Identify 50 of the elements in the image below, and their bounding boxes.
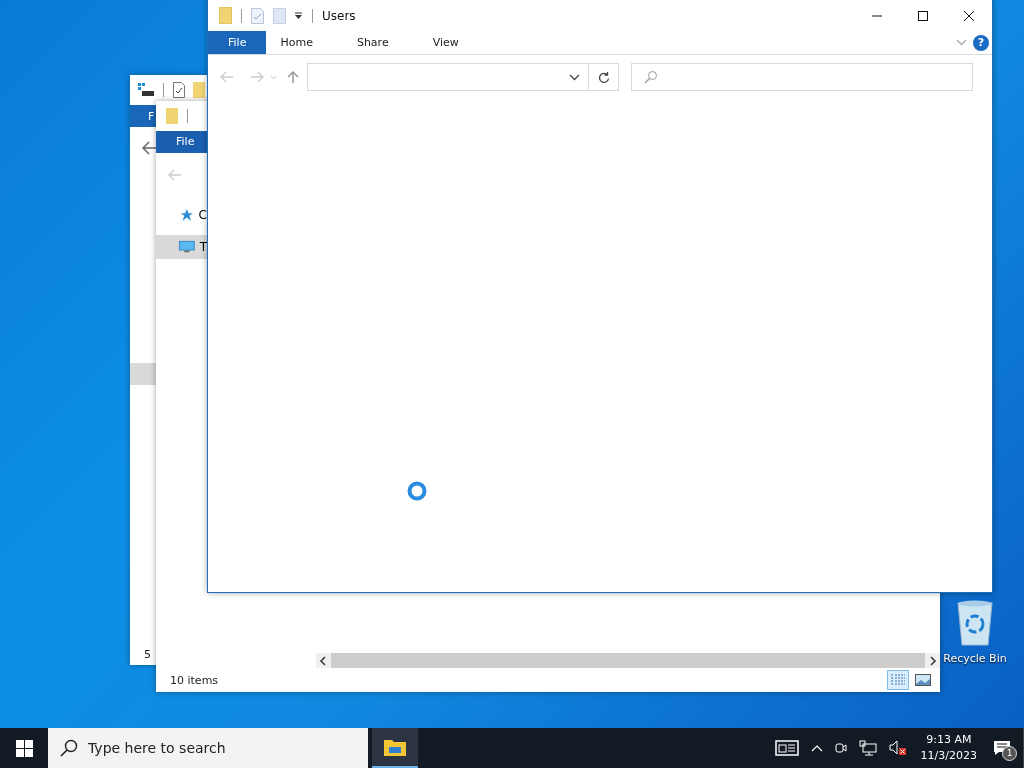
status-text: 10 items	[170, 673, 220, 687]
file-tab[interactable]: File	[156, 131, 206, 153]
chevron-down-icon[interactable]	[569, 73, 580, 81]
maximize-icon	[917, 9, 929, 22]
close-icon	[963, 9, 975, 22]
refresh-button[interactable]	[589, 63, 619, 91]
ribbon-tab[interactable]: Home	[266, 31, 327, 54]
folder-icon	[193, 82, 205, 98]
refresh-icon	[597, 70, 610, 84]
muted-speaker-icon[interactable]	[888, 740, 907, 756]
back-arrow-icon[interactable]	[142, 141, 158, 155]
show-hidden-icons-caret-icon[interactable]	[810, 744, 823, 752]
address-field[interactable]	[307, 63, 589, 91]
sidebar-item[interactable]: C	[156, 203, 207, 227]
customize-dropdown-icon[interactable]	[294, 11, 303, 20]
new-folder-icon	[273, 7, 286, 24]
sidebar-item[interactable]: T	[156, 235, 207, 259]
folder-icon	[166, 108, 178, 124]
camera-icon[interactable]	[834, 740, 847, 756]
time-text: 9:13 AM	[926, 732, 972, 748]
computer-icon	[179, 240, 195, 254]
clock[interactable]: 9:13 AM 11/3/2023	[920, 732, 977, 764]
help-button[interactable]: ?	[973, 34, 989, 51]
action-center-button[interactable]: 1	[989, 733, 1015, 763]
search-icon	[60, 739, 78, 757]
window-title: Users	[322, 8, 356, 23]
ribbon-tab[interactable]: View	[418, 31, 473, 54]
up-arrow-icon[interactable]	[287, 70, 299, 84]
recycle-bin-icon	[955, 600, 995, 646]
search-field[interactable]	[631, 63, 973, 91]
properties-icon	[251, 7, 264, 24]
recycle-bin-shortcut[interactable]: Recycle Bin	[940, 600, 1010, 665]
search-icon	[644, 70, 658, 84]
windows-logo-icon	[15, 739, 33, 757]
folder-icon	[219, 7, 232, 24]
image-icon	[915, 674, 931, 686]
status-text: 5	[144, 648, 151, 661]
news-icon[interactable]	[774, 740, 799, 756]
star-icon	[180, 207, 194, 223]
folder-icon	[384, 738, 406, 756]
notification-badge: 1	[1002, 746, 1017, 761]
app-icon	[138, 83, 154, 97]
date-text: 11/3/2023	[920, 748, 977, 764]
network-icon[interactable]	[858, 740, 877, 756]
taskbar-search-field[interactable]: Type here to search	[48, 728, 368, 768]
file-explorer-taskbar-button[interactable]	[372, 728, 418, 768]
ribbon-tab[interactable]: Share	[342, 31, 403, 54]
properties-icon	[173, 82, 185, 98]
file-tab[interactable]: File	[208, 31, 267, 54]
details-icon	[890, 674, 906, 686]
